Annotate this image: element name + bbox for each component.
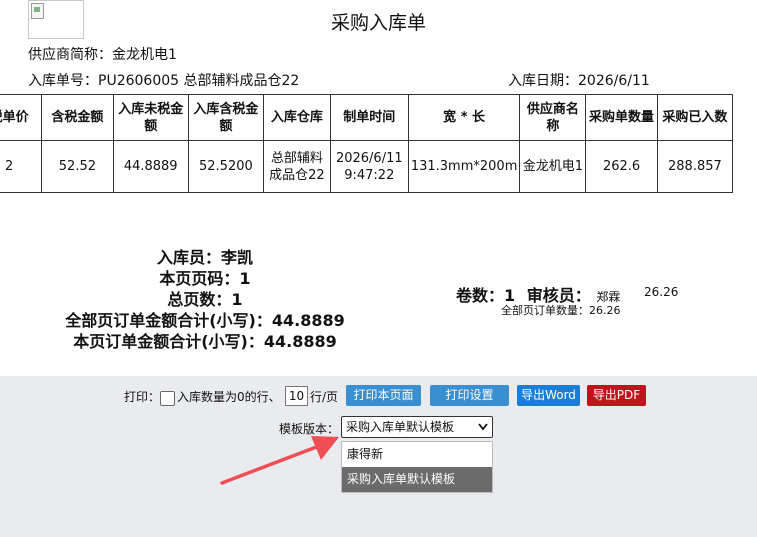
template-select[interactable]: 采购入库单默认模板 <box>341 416 493 438</box>
table-cell: 288.857 <box>656 140 734 193</box>
zero-qty-label: 入库数量为0的行、 <box>177 390 281 404</box>
table-cell: 2026/6/11 9:47:22 <box>329 140 409 193</box>
rows-per-page-input[interactable]: 10 <box>285 386 308 406</box>
template-option-kangdexin[interactable]: 康得新 <box>342 442 492 467</box>
col-header: 宽 * 长 <box>407 94 521 141</box>
all-amount-total: 全部页订单金额合计(小写)：44.8889 <box>65 311 345 330</box>
receipt-table: 税单价 含税金额 入库未税金额 入库含税金额 入库仓库 制单时间 宽 * 长 供… <box>0 94 734 193</box>
table-cell: 131.3mm*200m <box>407 140 521 193</box>
supplier-short-name: 供应商简称：金龙机电1 <box>28 47 177 63</box>
print-page-button[interactable]: 打印本页面 <box>346 385 421 406</box>
receiver-text: 入库员：李凯 <box>156 248 253 267</box>
table-header-row: 税单价 含税金额 入库未税金额 入库含税金额 入库仓库 制单时间 宽 * 长 供… <box>0 94 734 141</box>
zero-qty-checkbox[interactable] <box>160 388 175 407</box>
export-word-button[interactable]: 导出Word <box>517 385 580 406</box>
receive-date: 入库日期：2026/6/11 <box>508 73 650 89</box>
col-header: 入库含税金额 <box>187 94 264 141</box>
col-header: 入库未税金额 <box>112 94 189 141</box>
chevron-down-icon <box>478 423 488 431</box>
table-cell: 52.52 <box>41 140 114 193</box>
col-header: 税单价 <box>0 94 43 141</box>
print-label: 打印： <box>124 390 161 404</box>
table-cell: 262.6 <box>585 140 658 193</box>
auditor-number: 26.26 <box>644 285 679 299</box>
rolls-label: 卷数： <box>456 286 505 305</box>
col-header: 含税金额 <box>41 94 114 141</box>
table-cell: 44.8889 <box>112 140 189 193</box>
table-cell: 总部辅料成品仓22 <box>262 140 331 193</box>
table-row: 2 52.52 44.8889 52.5200 总部辅料成品仓22 2026/6… <box>0 140 734 193</box>
col-header: 采购已入数 <box>656 94 734 141</box>
template-option-default[interactable]: 采购入库单默认模板 <box>342 467 492 492</box>
table-cell: 金龙机电1 <box>519 140 587 193</box>
print-settings-button[interactable]: 打印设置 <box>430 385 509 406</box>
page-amount-total: 本页订单金额合计(小写)：44.8889 <box>73 332 337 351</box>
export-pdf-button[interactable]: 导出PDF <box>587 385 646 406</box>
col-header: 采购单数量 <box>585 94 658 141</box>
col-header: 供应商名称 <box>519 94 587 141</box>
pointer-arrow-icon <box>220 436 339 485</box>
col-header: 入库仓库 <box>262 94 331 141</box>
col-header: 制单时间 <box>329 94 409 141</box>
summary-left: 入库员：李凯 本页页码：1 总页数：1 全部页订单金额合计(小写)：44.888… <box>40 247 370 352</box>
table-cell: 2 <box>0 140 43 193</box>
template-dropdown-list: 康得新 采购入库单默认模板 <box>341 441 493 493</box>
page-number-text: 本页页码：1 <box>159 269 251 288</box>
rows-per-page-suffix: 行/页 <box>310 390 339 404</box>
page-title: 采购入库单 <box>330 12 426 34</box>
page-total-text: 总页数：1 <box>167 290 243 309</box>
all-page-quantity: 全部页订单数量：26.26 <box>501 304 621 317</box>
order-number: 入库单号：PU2606005 总部辅料成品仓22 <box>28 73 300 89</box>
table-cell: 52.5200 <box>187 140 264 193</box>
template-selected-value: 采购入库单默认模板 <box>346 420 455 434</box>
